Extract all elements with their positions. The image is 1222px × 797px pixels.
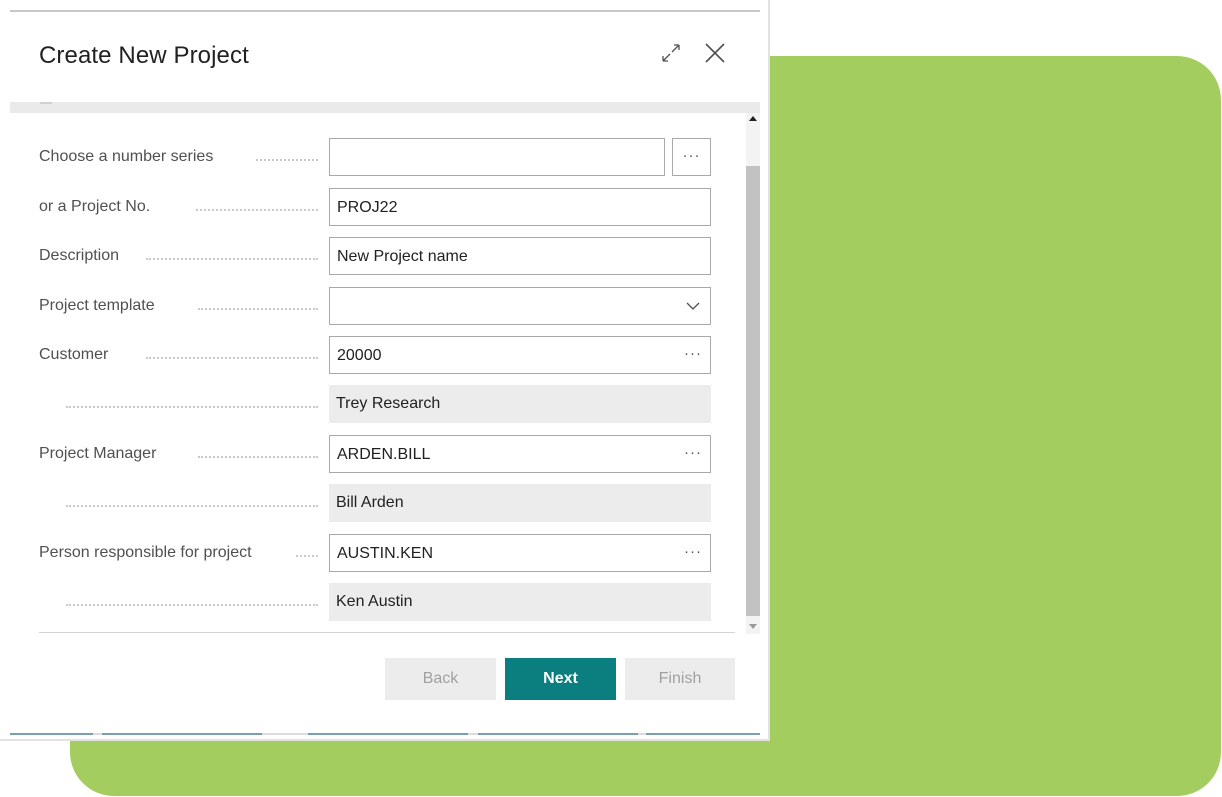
finish-button[interactable]: Finish xyxy=(625,658,735,700)
bottom-strip xyxy=(10,733,760,735)
person-responsible-name-field: Ken Austin xyxy=(329,583,711,621)
number-series-label: Choose a number series xyxy=(39,148,214,165)
leader-dots xyxy=(296,555,318,557)
customer-name-field: Trey Research xyxy=(329,385,711,423)
scroll-up-arrow-icon[interactable] xyxy=(749,116,757,121)
row-project-no: or a Project No. PROJ22 xyxy=(10,188,740,226)
header-divider xyxy=(10,102,760,113)
customer-input[interactable]: 20000 ··· xyxy=(329,336,711,374)
row-project-manager-name: Bill Arden xyxy=(10,484,740,522)
scroll-down-arrow-icon[interactable] xyxy=(749,624,757,629)
back-button[interactable]: Back xyxy=(385,658,496,700)
expand-icon[interactable] xyxy=(656,38,686,68)
number-series-assist-button[interactable]: ··· xyxy=(672,138,711,176)
form-content: Choose a number series ··· or a Project … xyxy=(10,113,760,633)
leader-dots xyxy=(66,406,318,408)
leader-dots xyxy=(196,209,318,211)
project-no-label: or a Project No. xyxy=(39,198,151,215)
project-manager-input[interactable]: ARDEN.BILL ··· xyxy=(329,435,711,473)
row-number-series: Choose a number series ··· xyxy=(10,138,740,176)
leader-dots xyxy=(198,308,318,310)
dialog-window: Create New Project Choose a number serie… xyxy=(0,0,770,741)
person-responsible-input[interactable]: AUSTIN.KEN ··· xyxy=(329,534,711,572)
leader-dots xyxy=(256,159,318,161)
row-customer: Customer 20000 ··· xyxy=(10,336,740,374)
description-input[interactable]: New Project name xyxy=(329,237,711,275)
row-project-manager: Project Manager ARDEN.BILL ··· xyxy=(10,435,740,473)
leader-dots xyxy=(198,456,318,458)
close-icon[interactable] xyxy=(700,38,730,68)
row-project-template: Project template xyxy=(10,287,740,325)
dialog-header: Create New Project xyxy=(10,12,760,102)
leader-dots xyxy=(66,505,318,507)
description-label: Description xyxy=(39,247,120,264)
chevron-down-icon[interactable] xyxy=(686,301,700,311)
project-no-input[interactable]: PROJ22 xyxy=(329,188,711,226)
customer-lookup-button[interactable]: ··· xyxy=(684,345,702,362)
scrollbar-thumb[interactable] xyxy=(746,166,760,616)
row-person-responsible-name: Ken Austin xyxy=(10,583,740,621)
project-manager-lookup-button[interactable]: ··· xyxy=(684,444,702,461)
row-customer-name: Trey Research xyxy=(10,385,740,423)
project-template-select[interactable] xyxy=(329,287,711,325)
customer-label: Customer xyxy=(39,346,109,363)
dialog-body: Create New Project Choose a number serie… xyxy=(10,10,760,735)
leader-dots xyxy=(146,357,318,359)
row-description: Description New Project name xyxy=(10,237,740,275)
next-button[interactable]: Next xyxy=(505,658,616,700)
project-manager-label: Project Manager xyxy=(39,445,157,462)
project-manager-name-field: Bill Arden xyxy=(329,484,711,522)
leader-dots xyxy=(66,604,318,606)
dialog-title: Create New Project xyxy=(39,42,249,69)
project-template-label: Project template xyxy=(39,297,155,314)
number-series-input[interactable] xyxy=(329,138,665,176)
row-person-responsible: Person responsible for project AUSTIN.KE… xyxy=(10,534,740,572)
vertical-scrollbar[interactable] xyxy=(746,113,760,634)
person-responsible-label: Person responsible for project xyxy=(39,544,252,561)
leader-dots xyxy=(146,258,318,260)
footer-divider xyxy=(39,632,735,633)
person-responsible-lookup-button[interactable]: ··· xyxy=(684,543,702,560)
